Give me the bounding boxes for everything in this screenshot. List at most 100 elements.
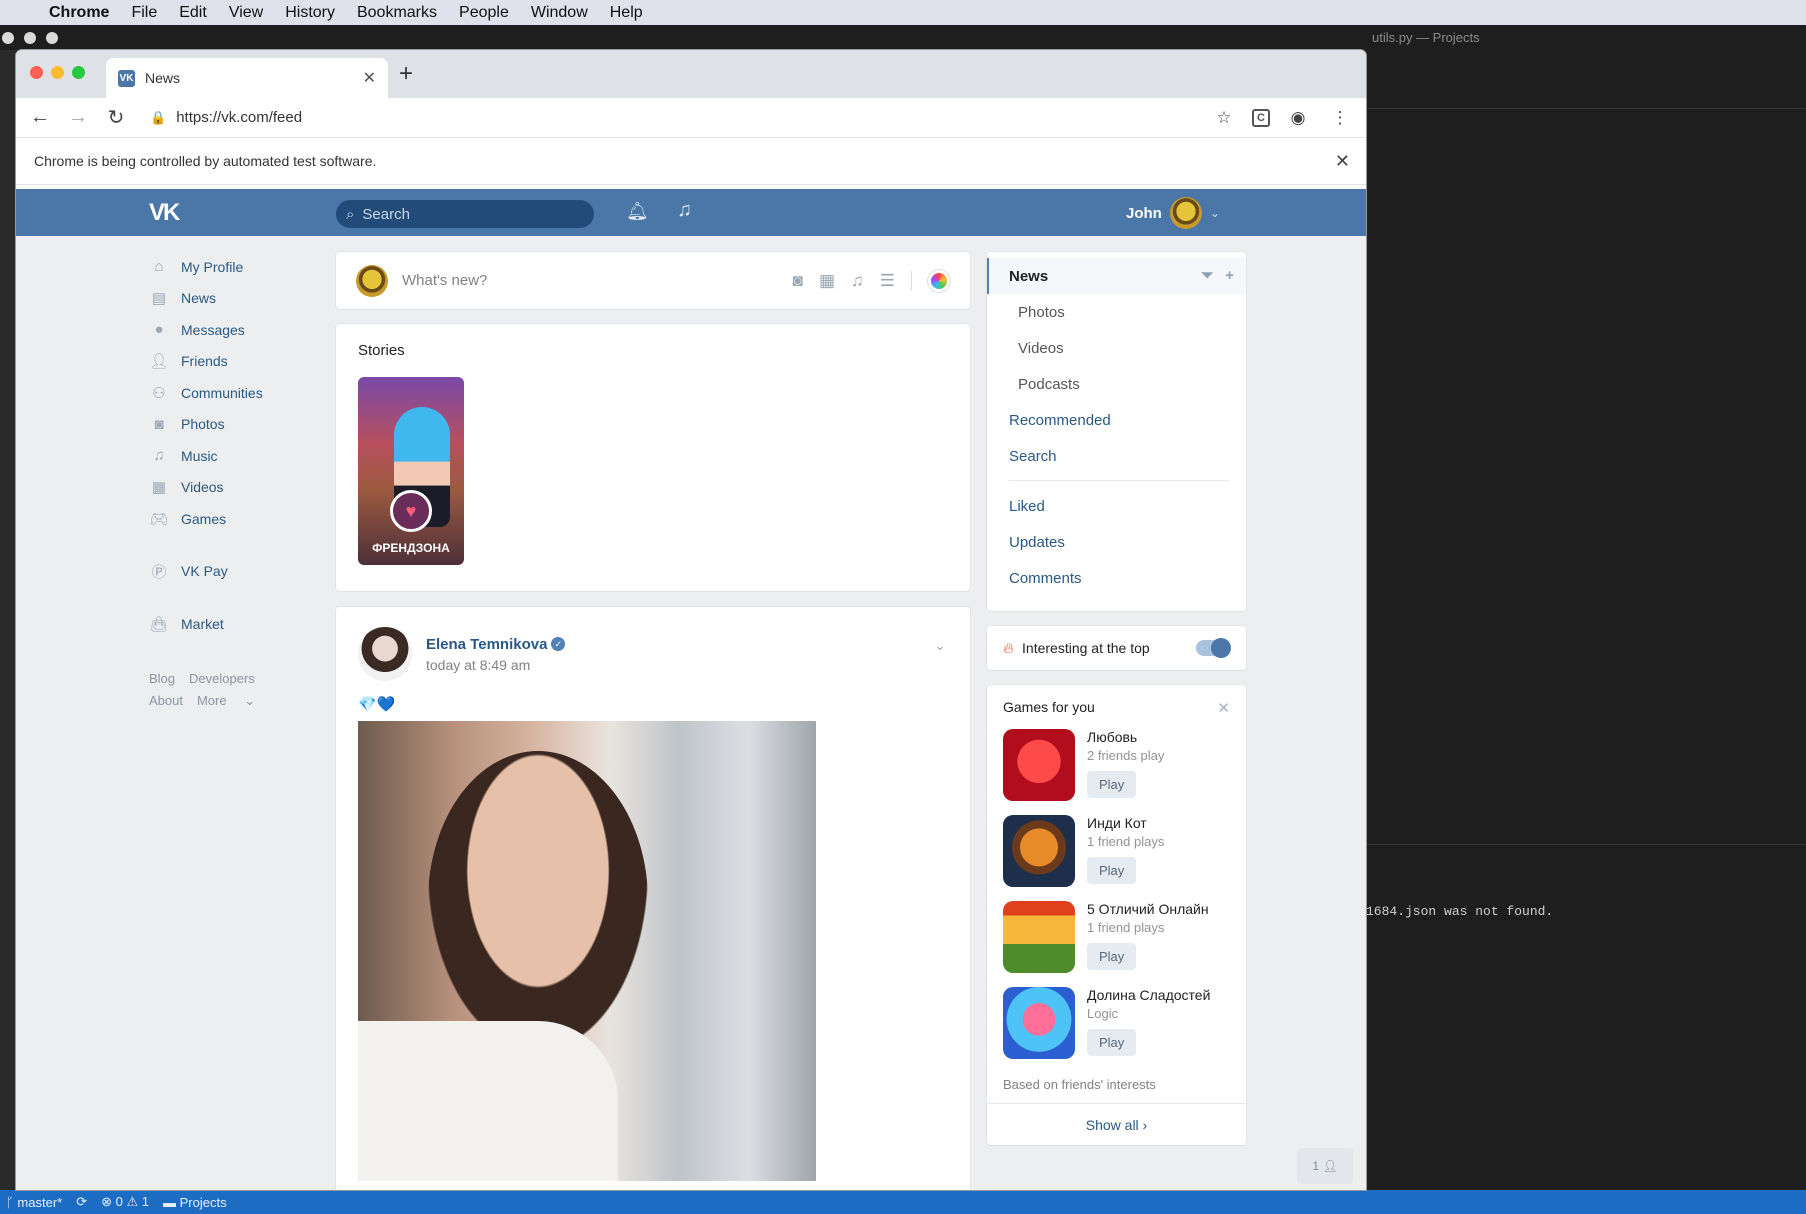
- close-infobar-icon[interactable]: ✕: [1335, 151, 1350, 172]
- game-thumbnail[interactable]: [1003, 729, 1075, 801]
- footer-link-blog[interactable]: Blog: [149, 671, 175, 686]
- chrome-window: VK News ✕ + ← → ↻ 🔒 https://vk.com/feed …: [16, 50, 1366, 1190]
- close-window-button[interactable]: [30, 66, 43, 79]
- menu-app-name[interactable]: Chrome: [38, 4, 120, 22]
- menu-people[interactable]: People: [448, 4, 520, 22]
- chevron-down-icon[interactable]: ⌄: [934, 637, 946, 654]
- post-photo[interactable]: [358, 721, 816, 1181]
- footer-link-more[interactable]: More ⌄: [197, 693, 255, 708]
- filter-search[interactable]: Search: [987, 438, 1246, 474]
- music-icon[interactable]: ♫: [851, 271, 864, 291]
- bookmark-star-icon[interactable]: ☆: [1210, 108, 1238, 128]
- filter-videos[interactable]: Videos: [987, 330, 1246, 366]
- sidebar-item-games[interactable]: 🎮︎ Games: [149, 503, 339, 535]
- show-all-games-link[interactable]: Show all ›: [987, 1103, 1246, 1145]
- game-subtitle: 2 friends play: [1087, 748, 1165, 763]
- interesting-toggle[interactable]: [1196, 638, 1231, 658]
- video-icon[interactable]: ▦: [819, 271, 835, 291]
- git-branch[interactable]: ᚴ master*: [6, 1195, 62, 1210]
- menu-file[interactable]: File: [120, 4, 168, 22]
- play-button[interactable]: Play: [1087, 857, 1137, 884]
- filter-updates[interactable]: Updates: [987, 524, 1246, 560]
- filter-recommended[interactable]: Recommended: [987, 402, 1246, 438]
- play-button[interactable]: Play: [1087, 1029, 1137, 1056]
- close-tab-icon[interactable]: ✕: [363, 68, 376, 88]
- game-name[interactable]: Долина Сладостей: [1087, 987, 1210, 1003]
- profile-icon[interactable]: ◉: [1284, 108, 1312, 128]
- forward-button[interactable]: →: [66, 106, 90, 129]
- music-player-icon[interactable]: ♫: [677, 199, 692, 222]
- new-tab-button[interactable]: +: [388, 60, 424, 88]
- address-bar[interactable]: 🔒 https://vk.com/feed: [142, 109, 1196, 126]
- search-input[interactable]: ⌕ Search: [336, 200, 594, 228]
- game-thumbnail[interactable]: [1003, 987, 1075, 1059]
- sidebar-item-friends[interactable]: 👤︎ Friends: [149, 346, 339, 378]
- poster-icon[interactable]: [928, 269, 950, 292]
- sidebar-item-music[interactable]: ♫ Music: [149, 440, 339, 472]
- back-button[interactable]: ←: [28, 106, 52, 129]
- problems-indicator[interactable]: ⊗ 0 ⚠ 1: [101, 1194, 149, 1210]
- vk-header: VK ⌕ Search 🔔︎ ♫ John ⌄: [16, 189, 1366, 236]
- games-basis-note: Based on friends' interests: [1003, 1077, 1156, 1092]
- editor-divider: [1366, 844, 1806, 845]
- sidebar-item-market[interactable]: 👜︎ Market: [149, 608, 339, 640]
- filter-comments[interactable]: Comments: [987, 560, 1246, 596]
- close-icon[interactable]: ✕: [1217, 699, 1230, 717]
- chat-counter-button[interactable]: 1 👤︎: [1297, 1148, 1353, 1184]
- plus-icon[interactable]: +: [1225, 267, 1234, 284]
- menu-bookmarks[interactable]: Bookmarks: [346, 4, 448, 22]
- sync-icon[interactable]: ⟳: [76, 1194, 87, 1210]
- user-menu[interactable]: John ⌄: [1126, 197, 1220, 229]
- editor-divider: [1366, 108, 1806, 109]
- folder-indicator[interactable]: ▬ Projects: [163, 1195, 227, 1210]
- play-button[interactable]: Play: [1087, 771, 1137, 798]
- game-thumbnail[interactable]: [1003, 815, 1075, 887]
- sidebar-item-my-profile[interactable]: ⌂ My Profile: [149, 251, 339, 283]
- minimize-window-button[interactable]: [51, 66, 64, 79]
- post-time[interactable]: today at 8:49 am: [426, 657, 565, 673]
- home-icon: ⌂: [154, 258, 164, 276]
- verified-icon: ✓: [551, 637, 566, 652]
- menu-kebab-icon[interactable]: ⋮: [1326, 108, 1354, 128]
- sidebar-item-communities[interactable]: ⚇ Communities: [149, 377, 339, 409]
- filter-icon[interactable]: ⏷: [1201, 267, 1213, 284]
- filter-liked[interactable]: Liked: [987, 488, 1246, 524]
- vk-logo[interactable]: VK: [149, 199, 180, 227]
- game-thumbnail[interactable]: [1003, 901, 1075, 973]
- notifications-bell-icon[interactable]: 🔔︎: [626, 201, 649, 222]
- camera-icon[interactable]: ◙: [793, 271, 803, 291]
- gamepad-icon: 🎮︎: [149, 510, 169, 528]
- sidebar-item-messages[interactable]: ● Messages: [149, 314, 339, 346]
- game-subtitle: 1 friend plays: [1087, 834, 1165, 849]
- story-thumbnail[interactable]: ♥ ФРЕНДЗОНА: [358, 377, 464, 565]
- filter-news[interactable]: News ⏷ +: [987, 258, 1246, 294]
- article-icon[interactable]: ☰: [880, 271, 895, 291]
- reload-button[interactable]: ↻: [104, 105, 128, 130]
- menu-history[interactable]: History: [274, 4, 346, 22]
- filter-podcasts[interactable]: Podcasts: [987, 366, 1246, 402]
- game-name[interactable]: 5 Отличий Онлайн: [1087, 901, 1209, 917]
- filter-photos[interactable]: Photos: [987, 294, 1246, 330]
- browser-tab[interactable]: VK News ✕: [106, 58, 388, 98]
- post-author[interactable]: Elena Temnikova: [426, 636, 547, 653]
- menu-help[interactable]: Help: [599, 4, 654, 22]
- footer-link-about[interactable]: About: [149, 693, 183, 708]
- footer-link-developers[interactable]: Developers: [189, 671, 255, 686]
- game-name[interactable]: Инди Кот: [1087, 815, 1164, 831]
- game-item: Любовь 2 friends play Play: [1003, 729, 1230, 815]
- feed-filter-menu: News ⏷ + Photos Videos Podcasts Recommend…: [987, 252, 1246, 611]
- compose-input[interactable]: What's new?: [402, 272, 793, 289]
- sidebar-item-vk-pay[interactable]: Ⓟ VK Pay: [149, 556, 339, 588]
- sidebar-item-videos[interactable]: ▦ Videos: [149, 472, 339, 504]
- extension-icon[interactable]: C: [1252, 108, 1270, 127]
- play-button[interactable]: Play: [1087, 943, 1137, 970]
- zoom-window-button[interactable]: [72, 66, 85, 79]
- sidebar-item-news[interactable]: ▤ News: [149, 283, 339, 315]
- avatar[interactable]: [358, 627, 412, 681]
- lock-icon[interactable]: 🔒: [150, 110, 166, 126]
- sidebar-item-photos[interactable]: ◙ Photos: [149, 409, 339, 441]
- game-name[interactable]: Любовь: [1087, 729, 1164, 745]
- menu-view[interactable]: View: [218, 4, 274, 22]
- menu-edit[interactable]: Edit: [168, 4, 218, 22]
- menu-window[interactable]: Window: [520, 4, 599, 22]
